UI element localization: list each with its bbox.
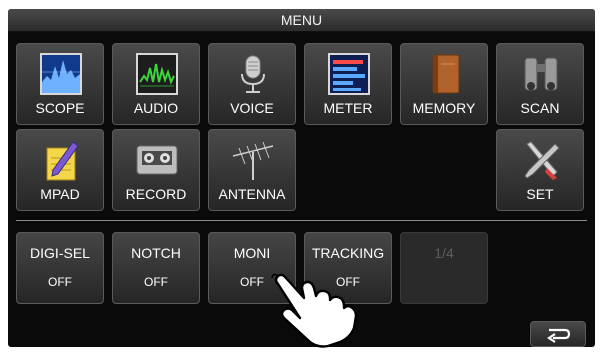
meter-icon	[328, 53, 370, 95]
tile-label: VOICE	[230, 100, 274, 116]
scan-button[interactable]: SCAN	[496, 43, 584, 125]
audio-button[interactable]: AUDIO	[112, 43, 200, 125]
meter-button[interactable]: METER	[304, 43, 392, 125]
record-button[interactable]: RECORD	[112, 129, 200, 211]
notepad-pencil-icon	[46, 141, 79, 181]
function-label: MONI	[233, 245, 271, 261]
tile-label: ANTENNA	[218, 186, 286, 202]
function-state: OFF	[48, 275, 72, 289]
tile-label: METER	[323, 100, 373, 116]
page-indicator-button[interactable]: 1/4	[400, 232, 488, 304]
return-arrow-icon	[547, 328, 571, 343]
mpad-button[interactable]: MPAD	[16, 129, 104, 211]
tile-label: SCAN	[520, 100, 560, 116]
voice-button[interactable]: VOICE	[208, 43, 296, 125]
tile-label: RECORD	[125, 186, 187, 202]
page-indicator: 1/4	[434, 245, 454, 261]
tile-label: SCOPE	[35, 100, 85, 116]
tile-label: MPAD	[40, 186, 80, 202]
binoculars-icon	[524, 57, 558, 91]
tile-label: AUDIO	[133, 100, 179, 116]
tile-label: MEMORY	[412, 100, 476, 116]
divider	[16, 220, 587, 221]
function-state: OFF	[144, 275, 168, 289]
function-label: DIGI-SEL	[30, 245, 90, 261]
tools-icon	[524, 141, 560, 180]
tile-label: SET	[526, 186, 554, 202]
function-label: TRACKING	[311, 245, 385, 261]
scope-icon	[40, 53, 82, 95]
audio-icon	[136, 53, 178, 95]
set-button[interactable]: SET	[496, 129, 584, 211]
digi-sel-button[interactable]: DIGI-SEL OFF	[16, 232, 104, 304]
notch-button[interactable]: NOTCH OFF	[112, 232, 200, 304]
menu-title: MENU	[8, 9, 595, 32]
cassette-icon	[136, 145, 178, 175]
antenna-icon	[232, 141, 274, 180]
scope-button[interactable]: SCOPE	[16, 43, 104, 125]
memory-book-icon	[432, 54, 460, 94]
microphone-icon	[241, 55, 265, 93]
antenna-button[interactable]: ANTENNA	[208, 129, 296, 211]
pointing-hand-icon	[271, 273, 358, 348]
back-button[interactable]	[530, 321, 586, 347]
memory-button[interactable]: MEMORY	[400, 43, 488, 125]
function-label: NOTCH	[131, 245, 181, 261]
